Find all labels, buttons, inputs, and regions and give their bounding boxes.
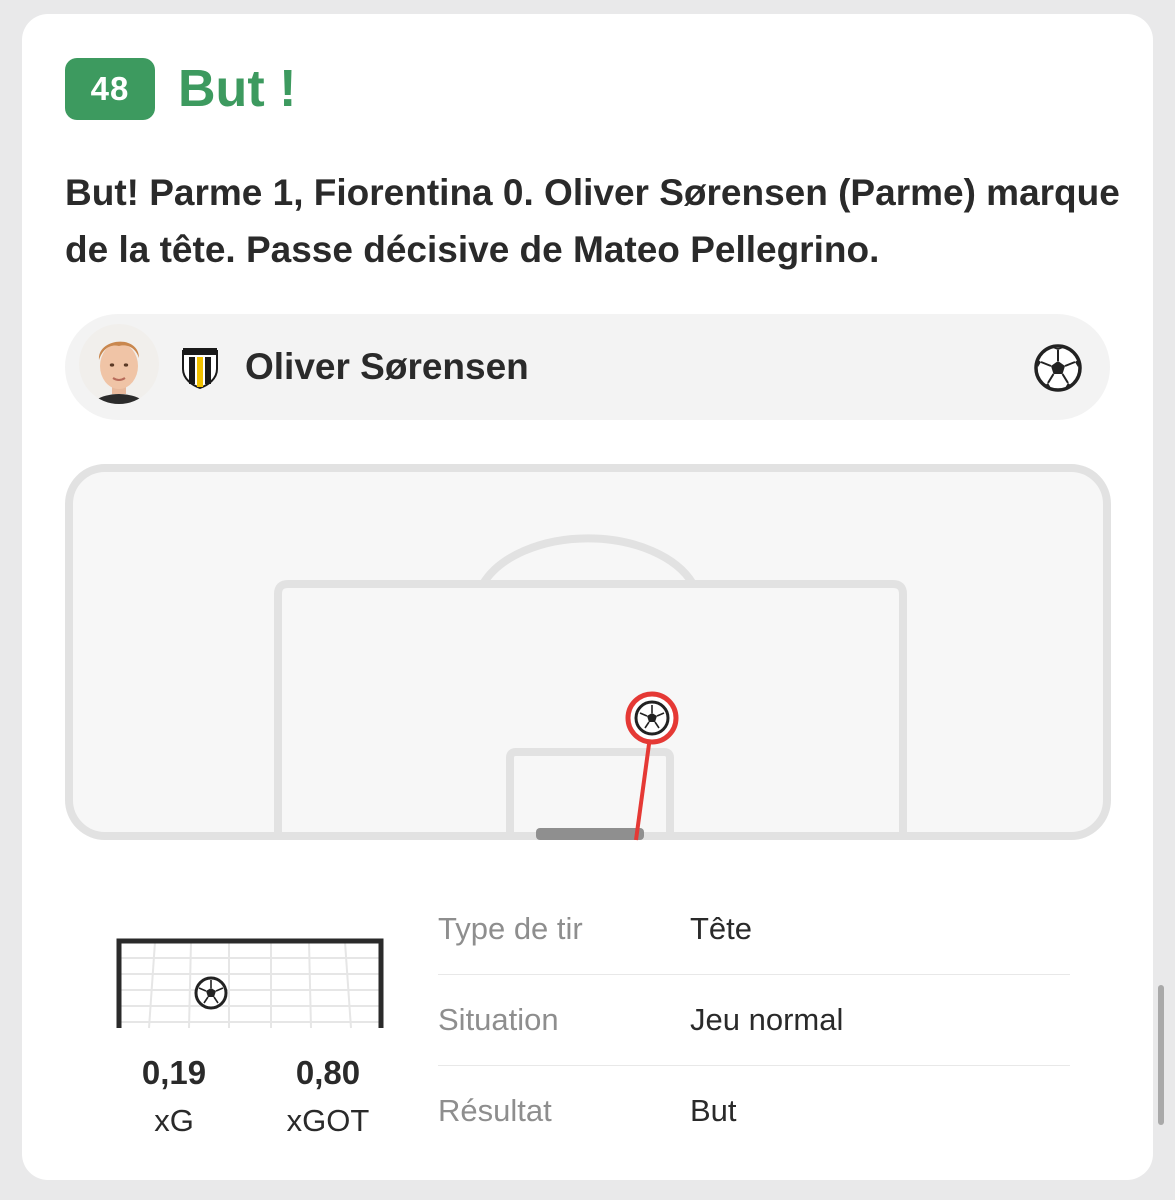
goal-event-card: 48 But ! But! Parme 1, Fiorentina 0. Oli… xyxy=(22,14,1153,1180)
pitch-outline xyxy=(65,464,1111,840)
xgot-value: 0,80 xyxy=(295,1054,361,1091)
event-title: But ! xyxy=(178,60,297,118)
goal-frame xyxy=(116,938,384,1029)
detail-label: Situation xyxy=(438,1002,559,1037)
detail-label: Type de tir xyxy=(438,911,583,946)
detail-label: Résultat xyxy=(438,1093,552,1128)
detail-row-situation: Situation Jeu normal xyxy=(438,975,1070,1066)
player-row[interactable]: Oliver Sørensen xyxy=(65,314,1110,420)
minute-text: 48 xyxy=(90,70,130,107)
detail-value: But xyxy=(690,1093,737,1128)
goal-ball-football-icon xyxy=(194,976,228,1010)
xg-label: xG xyxy=(154,1103,194,1138)
xg-value: 0,19 xyxy=(141,1054,207,1091)
xg-stat: 0,19 xG xyxy=(104,1053,244,1141)
player-name: Oliver Sørensen xyxy=(245,346,529,387)
football-icon xyxy=(1033,343,1083,393)
detail-value: Jeu normal xyxy=(690,1002,844,1037)
scrollbar[interactable] xyxy=(1158,985,1164,1125)
minute-badge: 48 xyxy=(65,58,155,120)
shot-details-table: Type de tir Tête Situation Jeu normal Ré… xyxy=(438,884,1070,1156)
shot-marker-football-icon xyxy=(625,691,679,745)
detail-row-result: Résultat But xyxy=(438,1066,1070,1156)
event-commentary: But! Parme 1, Fiorentina 0. Oliver Søren… xyxy=(65,172,1120,270)
detail-value: Tête xyxy=(690,911,753,946)
xgot-stat: 0,80 xGOT xyxy=(258,1053,398,1141)
goal-line xyxy=(536,828,644,840)
player-avatar xyxy=(79,324,159,404)
detail-row-shot-type: Type de tir Tête xyxy=(438,884,1070,975)
shot-map xyxy=(65,464,1111,841)
xgot-label: xGOT xyxy=(286,1103,370,1138)
parma-club-badge-icon xyxy=(180,345,220,390)
